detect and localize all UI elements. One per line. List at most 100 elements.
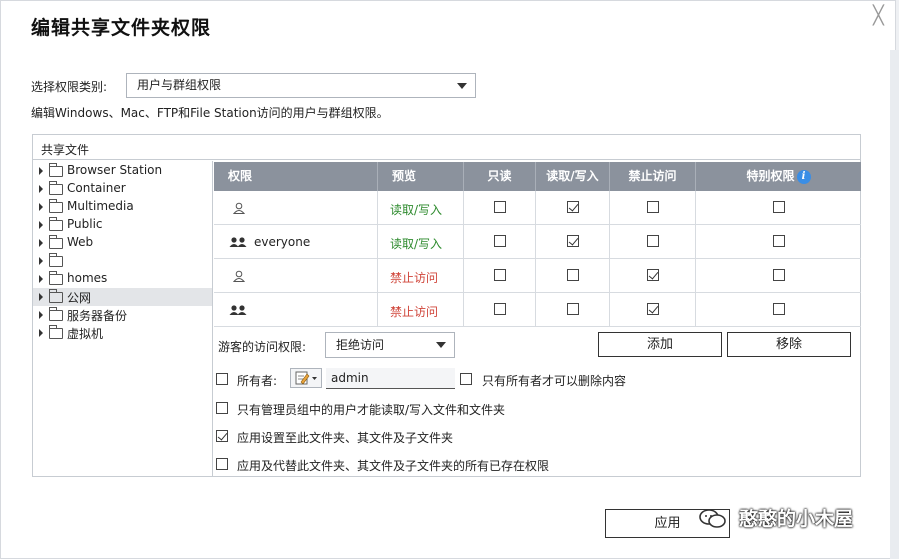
special-checkbox[interactable] (773, 269, 785, 281)
expand-arrow-icon[interactable] (39, 239, 43, 247)
col-header-read-write[interactable]: 读取/写入 (536, 162, 610, 191)
scrollbar[interactable] (890, 50, 899, 559)
table-row[interactable]: 禁止访问 (214, 259, 861, 293)
cell-divider (535, 191, 536, 224)
cell-divider (535, 259, 536, 292)
owner-picker-button[interactable] (290, 368, 322, 388)
table-row[interactable]: everyone 读取/写入 (214, 225, 861, 259)
special-checkbox[interactable] (773, 303, 785, 315)
read-write-checkbox[interactable] (567, 303, 579, 315)
read-only-checkbox[interactable] (494, 235, 506, 247)
shared-folder-panel: 共享文件 Browser Station Container Multimedi… (32, 134, 861, 477)
preview-value: 禁止访问 (390, 271, 439, 285)
tree-item-label: Multimedia (67, 199, 134, 213)
add-button[interactable]: 添加 (598, 332, 722, 357)
read-write-checkbox[interactable] (567, 235, 579, 247)
cell-divider (377, 293, 378, 326)
tree-item[interactable]: 虚拟机 (33, 324, 212, 342)
tree-item-label: 虚拟机 (67, 327, 104, 341)
cell-divider (535, 293, 536, 326)
cell-divider (535, 225, 536, 258)
replace-existing-checkbox[interactable] (216, 458, 228, 470)
folder-icon (49, 271, 63, 285)
expand-arrow-icon[interactable] (39, 329, 43, 337)
deny-checkbox[interactable] (647, 269, 659, 281)
tree-item[interactable]: Browser Station (33, 162, 212, 180)
col-header-permission[interactable]: 权限 (214, 162, 378, 191)
panel-header: 共享文件 (33, 135, 860, 160)
owner-only-delete-checkbox[interactable] (460, 373, 472, 385)
deny-checkbox[interactable] (647, 303, 659, 315)
expand-arrow-icon[interactable] (39, 221, 43, 229)
replace-existing-label: 应用及代替此文件夹、其文件及子文件夹的所有已存在权限 (237, 459, 550, 473)
permission-type-select[interactable]: 用户与群组权限 (126, 73, 476, 98)
tree-item[interactable]: Web (33, 234, 212, 252)
col-header-read-only[interactable]: 只读 (464, 162, 536, 191)
guest-access-select[interactable]: 拒绝访问 (325, 332, 455, 358)
table-row[interactable]: 读取/写入 (214, 191, 861, 225)
tree-item[interactable]: homes (33, 270, 212, 288)
cell-divider (377, 191, 378, 224)
group-icon (229, 236, 247, 251)
preview-value: 禁止访问 (390, 305, 439, 319)
read-only-checkbox[interactable] (494, 201, 506, 213)
tree-item[interactable]: Public (33, 216, 212, 234)
folder-icon (49, 217, 63, 231)
table-row[interactable]: 禁止访问 (214, 293, 861, 327)
tree-item-label: homes (67, 271, 108, 285)
expand-arrow-icon[interactable] (39, 185, 43, 193)
cell-divider (695, 191, 696, 224)
owner-value-field[interactable]: admin (326, 368, 455, 389)
col-header-deny[interactable]: 禁止访问 (610, 162, 696, 191)
folder-icon (49, 163, 63, 177)
tree-item[interactable]: 服务器备份 (33, 306, 212, 324)
info-icon[interactable]: i (796, 170, 811, 184)
folder-icon (49, 253, 63, 267)
close-icon[interactable]: ╳ (873, 7, 884, 25)
user-icon (232, 270, 246, 285)
cell-divider (377, 225, 378, 258)
wechat-logo-icon (699, 509, 726, 528)
owner-checkbox[interactable] (216, 373, 228, 385)
cell-divider (695, 293, 696, 326)
cell-divider (695, 259, 696, 292)
cell-divider (695, 225, 696, 258)
read-write-checkbox[interactable] (567, 201, 579, 213)
admin-group-only-checkbox[interactable] (216, 402, 228, 414)
remove-button[interactable]: 移除 (727, 332, 851, 357)
col-header-preview[interactable]: 预览 (378, 162, 464, 191)
tree-item[interactable]: Multimedia (33, 198, 212, 216)
special-checkbox[interactable] (773, 201, 785, 213)
principal-name: everyone (254, 235, 311, 249)
tree-item[interactable] (33, 252, 212, 270)
expand-arrow-icon[interactable] (39, 311, 43, 319)
expand-arrow-icon[interactable] (39, 203, 43, 211)
owner-only-delete-label: 只有所有者才可以删除内容 (482, 374, 627, 388)
cell-divider (463, 293, 464, 326)
tree-item-selected[interactable]: 公网 (33, 288, 212, 306)
deny-checkbox[interactable] (647, 235, 659, 247)
grid-header: 权限 预览 只读 读取/写入 禁止访问 特别权限 i (214, 162, 861, 191)
expand-arrow-icon[interactable] (39, 275, 43, 283)
permission-type-value: 用户与群组权限 (137, 78, 222, 92)
col-header-special[interactable]: 特别权限 i (696, 162, 861, 191)
cell-divider (609, 259, 610, 292)
apply-to-subfolders-checkbox[interactable] (216, 430, 228, 442)
folder-icon (49, 199, 63, 213)
expand-arrow-icon[interactable] (39, 167, 43, 175)
special-checkbox[interactable] (773, 235, 785, 247)
user-icon (232, 202, 246, 217)
expand-arrow-icon[interactable] (39, 257, 43, 265)
group-icon (229, 304, 247, 319)
read-only-checkbox[interactable] (494, 303, 506, 315)
chevron-down-icon (436, 342, 446, 348)
cell-divider (463, 259, 464, 292)
expand-arrow-icon[interactable] (39, 293, 43, 301)
tree-item[interactable]: Container (33, 180, 212, 198)
deny-checkbox[interactable] (647, 201, 659, 213)
read-only-checkbox[interactable] (494, 269, 506, 281)
edit-icon (295, 371, 317, 385)
apply-to-subfolders-label: 应用设置至此文件夹、其文件及子文件夹 (237, 431, 454, 445)
read-write-checkbox[interactable] (567, 269, 579, 281)
guest-access-value: 拒绝访问 (336, 338, 385, 352)
